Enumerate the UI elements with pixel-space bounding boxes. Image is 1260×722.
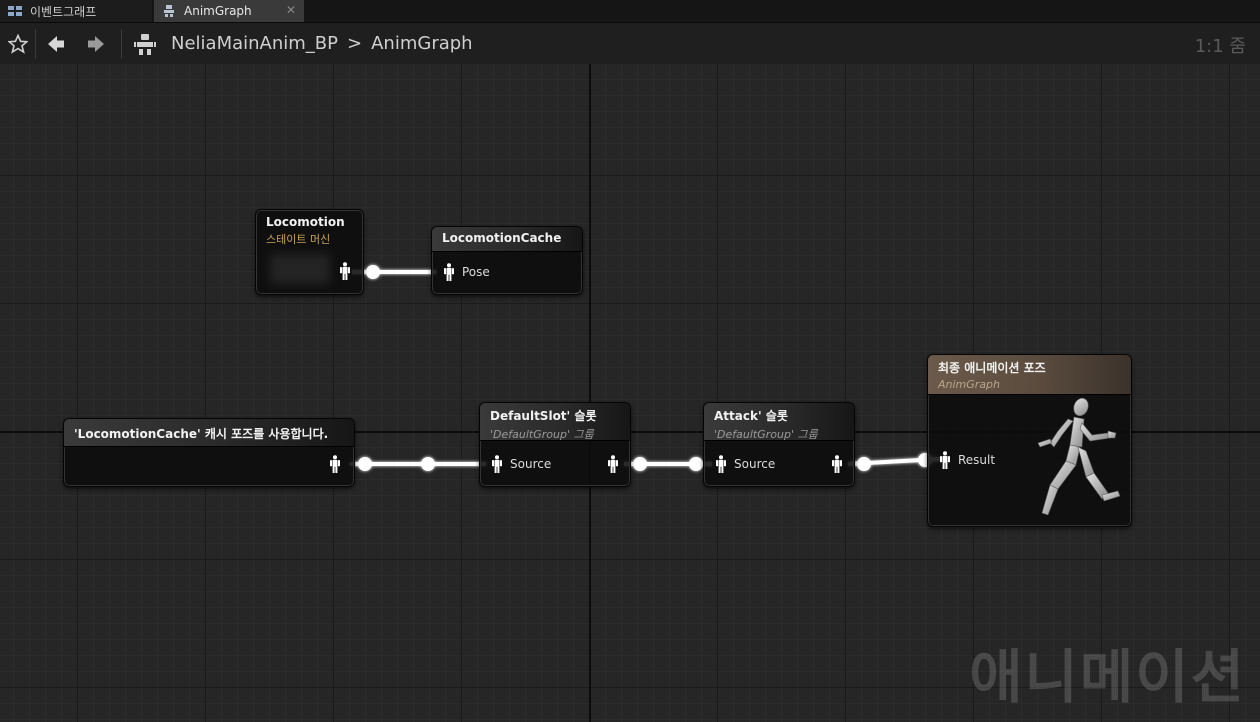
tab-event-graph-label: 이벤트그래프	[30, 4, 97, 19]
tab-anim-graph-label: AnimGraph	[184, 4, 252, 18]
node-locomotion-cache-header: LocomotionCache	[432, 227, 582, 252]
arrow-right-icon	[88, 35, 104, 52]
node-title: 최종 애니메이션 포즈	[938, 361, 1046, 375]
pin-label: Source	[510, 457, 552, 471]
pose-person-icon	[340, 262, 350, 280]
node-title: 'LocomotionCache' 캐시 포즈를 사용합니다.	[74, 427, 329, 441]
node-use-cached-pose-header: 'LocomotionCache' 캐시 포즈를 사용합니다.	[64, 419, 354, 447]
favorite-star-button[interactable]	[4, 23, 32, 64]
graph-watermark: 애니메이션	[969, 643, 1246, 711]
breadcrumb-item-animgraph[interactable]: AnimGraph	[371, 33, 472, 54]
node-subtitle: 'DefaultGroup' 그룹	[714, 428, 818, 441]
pin-label: Source	[734, 457, 776, 471]
running-mannequin-icon	[1037, 397, 1121, 516]
toolbar-divider	[121, 29, 122, 59]
node-final-pose-header: 최종 애니메이션 포즈 AnimGraph	[928, 355, 1131, 395]
node-subtitle: 'DefaultGroup' 그룹	[490, 428, 594, 441]
pose-person-icon	[608, 455, 618, 473]
graph-type-icon-button	[131, 23, 159, 64]
node-title: DefaultSlot' 슬롯	[490, 409, 597, 423]
node-title: Attack' 슬롯	[714, 409, 788, 423]
output-pose-pin[interactable]	[340, 262, 350, 284]
grid-origin-vertical	[589, 64, 591, 722]
tab-anim-graph[interactable]: AnimGraph ✕	[154, 0, 304, 22]
state-machine-preview	[270, 254, 330, 284]
pin-label: Pose	[462, 265, 490, 279]
input-source-pin[interactable]: Source	[492, 455, 551, 473]
node-locomotion-header: Locomotion 스테이트 머신	[256, 210, 363, 252]
anim-blueprint-icon	[134, 33, 156, 55]
node-subtitle: AnimGraph	[938, 378, 1001, 391]
node-attack-slot[interactable]: Attack' 슬롯 'DefaultGroup' 그룹 Source	[703, 402, 855, 487]
pose-person-icon	[492, 455, 502, 473]
input-pose-pin[interactable]: Pose	[444, 263, 490, 281]
breadcrumb: NeliaMainAnim_BP > AnimGraph	[171, 23, 473, 64]
node-default-slot-header: DefaultSlot' 슬롯 'DefaultGroup' 그룹	[480, 403, 630, 441]
node-subtitle: 스테이트 머신	[266, 233, 331, 246]
anim-graph-icon	[162, 5, 176, 17]
breadcrumb-separator: >	[347, 33, 363, 54]
pose-person-icon	[444, 263, 454, 281]
event-graph-icon	[8, 5, 22, 17]
pose-person-icon	[330, 455, 340, 473]
close-icon[interactable]: ✕	[286, 3, 296, 17]
back-button[interactable]	[42, 23, 70, 64]
node-title: LocomotionCache	[442, 231, 562, 245]
output-pose-pin[interactable]	[832, 455, 842, 477]
pin-label: Result	[958, 453, 996, 467]
pose-person-icon	[716, 455, 726, 473]
breadcrumb-item-blueprint[interactable]: NeliaMainAnim_BP	[171, 33, 338, 54]
output-pose-pin[interactable]	[608, 455, 618, 477]
node-locomotion-cache[interactable]: LocomotionCache Pose	[431, 226, 583, 295]
tab-event-graph[interactable]: 이벤트그래프	[0, 0, 152, 22]
node-final-animation-pose[interactable]: 최종 애니메이션 포즈 AnimGraph Result	[927, 354, 1132, 527]
tab-bar: 이벤트그래프 AnimGraph ✕	[0, 0, 1260, 23]
node-use-cached-pose[interactable]: 'LocomotionCache' 캐시 포즈를 사용합니다.	[63, 418, 355, 487]
forward-button[interactable]	[82, 23, 110, 64]
pose-person-icon	[940, 451, 950, 469]
arrow-left-icon	[48, 35, 64, 52]
node-locomotion-state-machine[interactable]: Locomotion 스테이트 머신	[255, 209, 364, 295]
output-pose-pin[interactable]	[330, 455, 340, 477]
star-icon	[8, 33, 28, 54]
graph-toolbar: NeliaMainAnim_BP > AnimGraph 1:1 줌	[0, 23, 1260, 64]
input-result-pin[interactable]: Result	[940, 451, 995, 469]
pose-person-icon	[832, 455, 842, 473]
node-attack-slot-header: Attack' 슬롯 'DefaultGroup' 그룹	[704, 403, 854, 441]
input-source-pin[interactable]: Source	[716, 455, 775, 473]
zoom-level: 1:1 줌	[1194, 36, 1246, 57]
node-default-slot[interactable]: DefaultSlot' 슬롯 'DefaultGroup' 그룹 Source	[479, 402, 631, 487]
node-title: Locomotion	[266, 215, 345, 229]
toolbar-divider	[35, 29, 36, 59]
